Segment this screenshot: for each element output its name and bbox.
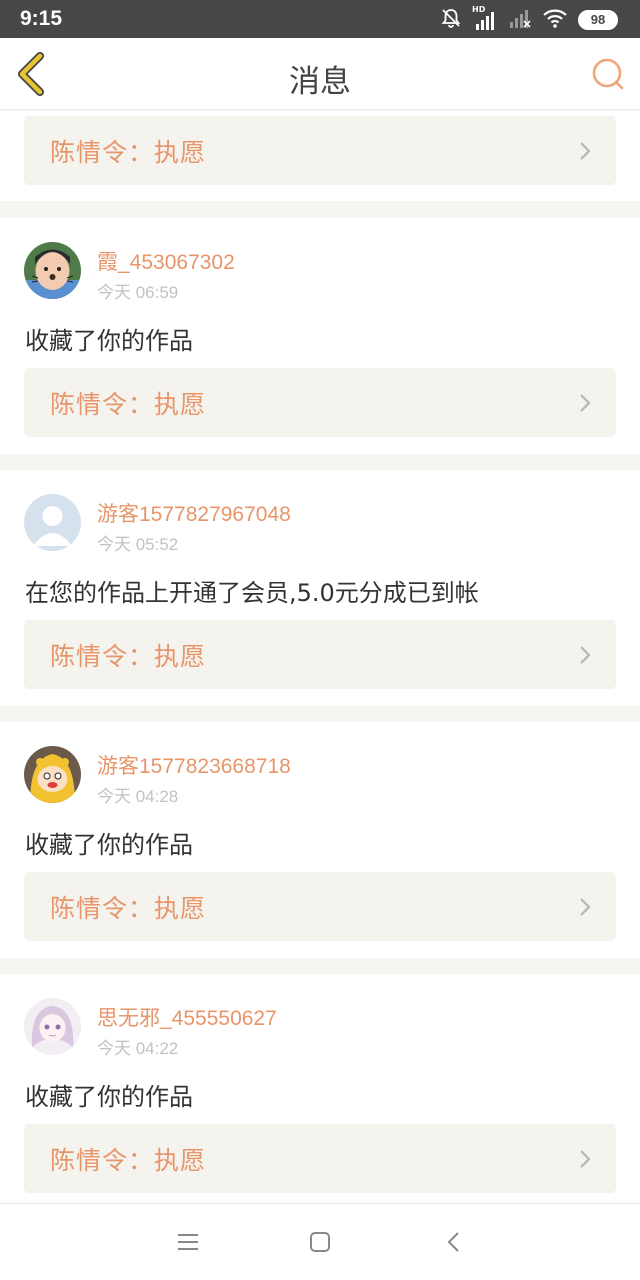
work-title: 陈情令：执愿 [50, 1146, 207, 1175]
search-icon [592, 58, 624, 90]
status-icons: HD 98 [440, 5, 618, 33]
wifi-icon [542, 7, 568, 33]
message-time: 今天 04:22 [97, 1039, 179, 1058]
chevron-right-icon [580, 1150, 591, 1168]
status-bar: 9:15 HD 98 [0, 0, 640, 38]
battery-indicator: 98 [578, 10, 618, 30]
work-link[interactable]: 陈情令：执愿 [24, 620, 616, 689]
home-button[interactable] [307, 1230, 333, 1254]
message-card: 陈情令：执愿 [0, 111, 640, 201]
avatar[interactable] [24, 242, 81, 299]
work-link[interactable]: 陈情令：执愿 [24, 1124, 616, 1193]
avatar[interactable] [24, 998, 81, 1055]
system-nav-bar [0, 1203, 640, 1280]
message-text: 收藏了你的作品 [25, 327, 193, 355]
avatar[interactable] [24, 494, 81, 551]
page-title: 消息 [289, 64, 351, 100]
message-time: 今天 06:59 [97, 283, 179, 302]
message-text: 收藏了你的作品 [25, 1083, 193, 1111]
message-card: 思无邪_455550627 今天 04:22 收藏了你的作品 陈情令：执愿 [0, 974, 640, 1203]
message-text: 在您的作品上开通了会员,5.0元分成已到帐 [25, 579, 479, 607]
user-name[interactable]: 游客1577823668718 [97, 750, 291, 780]
menu-button[interactable] [175, 1230, 201, 1254]
work-title: 陈情令：执愿 [50, 390, 207, 419]
message-text: 收藏了你的作品 [25, 831, 193, 859]
user-name[interactable]: 霞_453067302 [97, 246, 235, 276]
message-card: 游客1577827967048 今天 05:52 在您的作品上开通了会员,5.0… [0, 470, 640, 706]
chevron-right-icon [580, 898, 591, 916]
search-button[interactable] [590, 56, 626, 92]
message-time: 今天 04:28 [97, 787, 179, 806]
nav-back-icon [447, 1232, 459, 1252]
work-title: 陈情令：执愿 [50, 138, 207, 167]
work-link[interactable]: 陈情令：执愿 [24, 116, 616, 185]
network-label: HD [472, 5, 486, 14]
chevron-right-icon [580, 394, 591, 412]
bell-muted-icon [440, 7, 462, 33]
menu-icon [178, 1234, 198, 1250]
message-card: 霞_453067302 今天 06:59 收藏了你的作品 陈情令：执愿 [0, 218, 640, 454]
message-list[interactable]: 陈情令：执愿 霞_453067302 今天 06:59 收藏了你的作品 陈情令：… [0, 111, 640, 1203]
user-name[interactable]: 思无邪_455550627 [97, 1002, 277, 1032]
top-bar: 消息 [0, 38, 640, 110]
work-link[interactable]: 陈情令：执愿 [24, 872, 616, 941]
work-title: 陈情令：执愿 [50, 642, 207, 671]
status-time: 9:15 [20, 7, 63, 30]
signal-hd-icon: HD [472, 5, 498, 31]
work-link[interactable]: 陈情令：执愿 [24, 368, 616, 437]
signal-weak-icon [508, 7, 532, 33]
message-time: 今天 05:52 [97, 535, 179, 554]
chevron-right-icon [580, 142, 591, 160]
user-name[interactable]: 游客1577827967048 [97, 498, 291, 528]
nav-back-button[interactable] [441, 1230, 467, 1254]
avatar[interactable] [24, 746, 81, 803]
home-square-icon [310, 1232, 330, 1252]
message-card: 游客1577823668718 今天 04:28 收藏了你的作品 陈情令：执愿 [0, 722, 640, 958]
chevron-right-icon [580, 646, 591, 664]
work-title: 陈情令：执愿 [50, 894, 207, 923]
